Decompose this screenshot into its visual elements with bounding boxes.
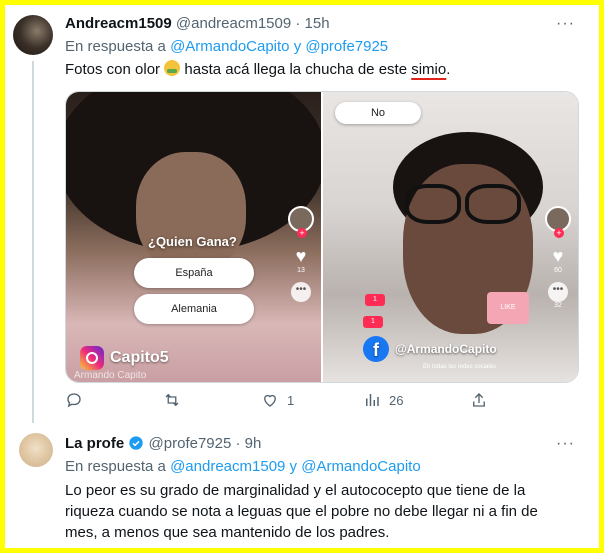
display-name[interactable]: Andreacm1509: [65, 15, 172, 32]
avatar[interactable]: [13, 15, 53, 55]
views-button[interactable]: 26: [363, 391, 403, 409]
timestamp[interactable]: · 15h: [295, 15, 329, 32]
tweet-text-part: Fotos con olor: [65, 61, 161, 78]
underlined-word: simio: [411, 61, 447, 78]
poll-option-1: España: [134, 258, 254, 288]
reply-to-users-link[interactable]: @andreacm1509 y @ArmandoCapito: [170, 458, 421, 475]
like-count: 60: [554, 267, 562, 274]
media-image-right[interactable]: No 1 1 LIKE ♥ 60 ••• 32 f @ArmandoCapito…: [323, 92, 578, 382]
like-count: 1: [287, 392, 295, 408]
screenshot-frame: Andreacm1509 @andreacm1509 · 15h ··· En …: [5, 5, 599, 548]
glasses-left: [405, 184, 461, 224]
tiktok-side-icons: ♥ 13 •••: [286, 206, 316, 302]
handle[interactable]: @andreacm1509: [176, 15, 291, 32]
reply-to-prefix: En respuesta a: [65, 458, 166, 475]
more-options-icon[interactable]: ···: [556, 15, 575, 33]
reply-to-line: En respuesta a @ArmandoCapito y @profe79…: [65, 38, 388, 55]
retweet-icon: [165, 393, 179, 407]
tweet-text-line: riqueza cuando se nota a leguas que el p…: [65, 503, 538, 520]
share-icon: [473, 393, 485, 407]
reply-to-prefix: En respuesta a: [65, 38, 166, 55]
instagram-handle: Capito5: [80, 346, 169, 370]
heart-icon: ♥: [295, 246, 307, 266]
analytics-icon: [366, 394, 379, 406]
like-count: 13: [297, 267, 305, 274]
media-image-left[interactable]: ¿Quien Gana? España Alemania ♥ 13 ••• Ca…: [66, 92, 321, 382]
poll-option-top: No: [335, 102, 421, 124]
retweet-button[interactable]: [163, 391, 189, 409]
tweet-text-line: Lo peor es su grado de marginalidad y el…: [65, 482, 526, 499]
creator-avatar-icon: [288, 206, 314, 238]
verified-badge-icon: [129, 436, 144, 450]
tweet-text: Fotos con olor hasta acá llega la chucha…: [65, 59, 450, 80]
like-overlay-box: LIKE: [487, 292, 529, 324]
avatar[interactable]: [19, 433, 53, 467]
poll-option-2: Alemania: [134, 294, 254, 324]
views-count: 26: [389, 392, 404, 408]
handle[interactable]: @profe7925: [149, 435, 232, 452]
heart-icon: ♥: [552, 246, 564, 266]
notification-bubble: 1: [365, 294, 385, 306]
facebook-icon: f: [363, 336, 389, 362]
face-shape: [136, 152, 246, 272]
display-name[interactable]: La profe: [65, 435, 124, 452]
poll-question: ¿Quien Gana?: [148, 234, 237, 249]
share-button[interactable]: [470, 391, 488, 409]
facebook-subtitle: En todas las redes sociales: [423, 364, 497, 370]
creator-avatar-icon: [545, 206, 571, 238]
heart-outline-icon: [264, 394, 276, 407]
facebook-handle: f @ArmandoCapito: [363, 336, 497, 362]
tweet-text-part: hasta acá llega la chucha de este: [184, 61, 408, 78]
instagram-icon: [80, 346, 104, 370]
reply-to-line: En respuesta a @andreacm1509 y @ArmandoC…: [65, 458, 421, 475]
nauseated-face-emoji-icon: [164, 60, 181, 76]
tweet-text: Lo peor es su grado de marginalidad y el…: [65, 480, 538, 543]
reply-to-users-link[interactable]: @ArmandoCapito y @profe7925: [170, 38, 388, 55]
reply-button[interactable]: [65, 391, 91, 409]
tiktok-side-icons: ♥ 60 ••• 32: [543, 206, 573, 309]
like-button[interactable]: 1: [261, 391, 294, 409]
comment-icon: •••: [291, 282, 311, 302]
thread-line: [32, 61, 34, 423]
video-watermark: Armando Capito: [74, 370, 147, 381]
tweet-header: La profe @profe7925 · 9h: [65, 435, 261, 452]
instagram-account: Capito5: [110, 349, 169, 366]
comment-count: 32: [554, 302, 562, 309]
media-grid[interactable]: ¿Quien Gana? España Alemania ♥ 13 ••• Ca…: [65, 91, 579, 383]
tweet-header: Andreacm1509 @andreacm1509 · 15h: [65, 15, 330, 32]
timestamp[interactable]: · 9h: [236, 435, 262, 452]
more-options-icon[interactable]: ···: [556, 435, 575, 453]
glasses-right: [465, 184, 521, 224]
comment-icon: •••: [548, 282, 568, 302]
notification-bubble: 1: [363, 316, 383, 328]
tweet-text-part: .: [446, 61, 451, 78]
reply-icon: [67, 393, 81, 408]
tweet-text-line: mes, a menos que sea mantenido de los pa…: [65, 524, 390, 541]
facebook-account: @ArmandoCapito: [395, 342, 497, 356]
tweet-actions: 1 26: [65, 391, 545, 413]
